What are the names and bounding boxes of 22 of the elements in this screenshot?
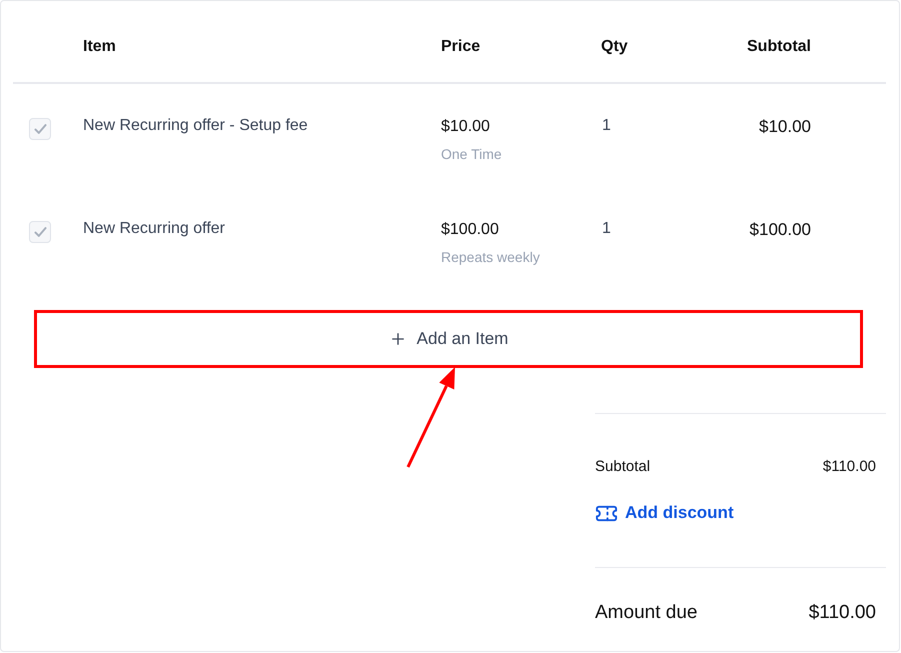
add-item-button[interactable]: Add an Item [37, 313, 860, 365]
price: $10.00 [441, 117, 490, 137]
row-subtotal: $100.00 [750, 220, 811, 240]
quantity: 1 [602, 116, 611, 136]
item-name: New Recurring offer [83, 219, 225, 239]
item-name: New Recurring offer - Setup fee [83, 116, 308, 136]
check-icon [34, 227, 46, 237]
price: $100.00 [441, 220, 499, 240]
add-discount-link[interactable]: Add discount [595, 501, 734, 525]
row-subtotal: $10.00 [759, 117, 811, 137]
quantity: 1 [602, 219, 611, 239]
column-header: Subtotal [747, 37, 811, 57]
summary-label: Subtotal [595, 457, 650, 477]
column-header: Qty [601, 37, 628, 57]
amount-due-value: $110.00 [808, 601, 876, 625]
billing-frequency: Repeats weekly [441, 248, 540, 267]
summary-value: $110.00 [822, 457, 876, 477]
check-icon [34, 124, 46, 134]
column-header: Price [441, 37, 480, 57]
column-header: Item [83, 37, 116, 57]
billing-frequency: One Time [441, 145, 502, 164]
amount-due-label: Amount due [595, 601, 698, 625]
